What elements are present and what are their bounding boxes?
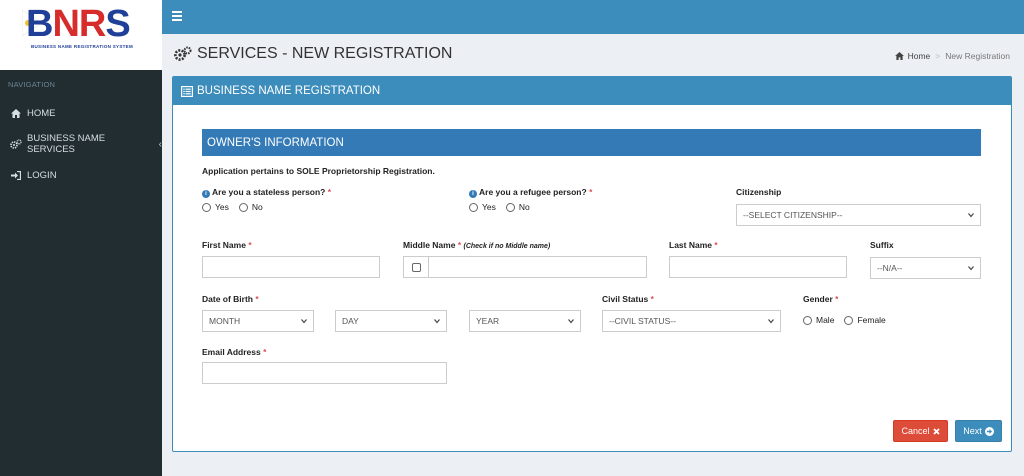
menu-toggle-icon[interactable]: [172, 11, 182, 21]
last-name-input[interactable]: [669, 256, 847, 278]
no-middle-name-checkbox-wrap: [403, 256, 429, 278]
gender-label: Gender *: [803, 294, 839, 304]
dob-day-selected: DAY: [342, 316, 359, 326]
box-title: BUSINESS NAME REGISTRATION: [197, 85, 381, 97]
no-middle-name-checkbox[interactable]: [411, 262, 421, 272]
citizenship-select[interactable]: --SELECT CITIZENSHIP--: [736, 204, 981, 226]
chevron-down-icon: [968, 213, 974, 218]
sidebar-item-home[interactable]: HOME: [0, 103, 162, 123]
logo-subtitle: BUSINESS NAME REGISTRATION SYSTEM: [30, 44, 134, 49]
home-icon: [894, 52, 904, 60]
stateless-no-radio[interactable]: No: [238, 202, 263, 212]
page-title-text: SERVICES - NEW REGISTRATION: [197, 45, 453, 62]
sign-in-icon: [10, 170, 22, 180]
breadcrumb-separator: >: [935, 51, 941, 61]
arrow-circle-right-icon: [984, 426, 994, 436]
next-button-label: Next: [963, 426, 982, 436]
box-header: BUSINESS NAME REGISTRATION: [173, 77, 1011, 105]
suffix-select[interactable]: --N/A--: [870, 257, 981, 279]
email-input[interactable]: [202, 362, 447, 384]
dob-day-select[interactable]: DAY: [335, 310, 447, 332]
list-alt-icon: [181, 85, 193, 97]
chevron-down-icon: [301, 319, 307, 324]
breadcrumb: Home > New Registration: [894, 51, 1010, 61]
civil-status-select[interactable]: --CIVIL STATUS--: [602, 310, 781, 332]
middle-name-label: Middle Name * (Check if no Middle name): [403, 240, 551, 250]
last-name-label: Last Name *: [669, 240, 718, 250]
chevron-down-icon: [768, 319, 774, 324]
dob-month-select[interactable]: MONTH: [202, 310, 314, 332]
nav-header: NAVIGATION: [8, 80, 56, 89]
info-icon: i: [202, 190, 210, 198]
sidebar-item-business-name-services[interactable]: BUSINESS NAME SERVICES ‹: [0, 133, 162, 155]
refugee-yes-radio[interactable]: Yes: [469, 202, 496, 212]
refugee-no-radio[interactable]: No: [505, 202, 530, 212]
chevron-down-icon: [568, 319, 574, 324]
breadcrumb-home-link[interactable]: Home: [908, 51, 931, 61]
first-name-input[interactable]: [202, 256, 380, 278]
gender-options: Male Female: [803, 315, 896, 325]
gender-male-radio[interactable]: Male: [803, 315, 834, 325]
dob-month-selected: MONTH: [209, 316, 241, 326]
next-button[interactable]: Next: [955, 420, 1002, 442]
home-icon: [10, 108, 22, 118]
civil-status-label: Civil Status *: [602, 294, 654, 304]
middle-name-input[interactable]: [428, 256, 647, 278]
dob-year-selected: YEAR: [476, 316, 500, 326]
close-icon: [932, 427, 940, 435]
sidebar-item-label: LOGIN: [27, 169, 57, 181]
refugee-label: i Are you a refugee person? *: [469, 187, 592, 198]
page-title: SERVICES - NEW REGISTRATION: [174, 45, 452, 63]
middle-name-hint: (Check if no Middle name): [463, 243, 551, 250]
breadcrumb-current: New Registration: [945, 51, 1010, 61]
citizenship-label: Citizenship: [736, 187, 782, 197]
suffix-selected: --N/A--: [877, 263, 903, 273]
sidebar: BNRS BUSINESS NAME REGISTRATION SYSTEM N…: [0, 0, 162, 476]
top-navbar: [162, 0, 1024, 34]
info-icon: i: [469, 190, 477, 198]
logo[interactable]: BNRS BUSINESS NAME REGISTRATION SYSTEM: [0, 0, 162, 70]
cogs-icon: [10, 139, 22, 149]
chevron-down-icon: [968, 266, 974, 271]
chevron-down-icon: [434, 319, 440, 324]
sidebar-item-label: BUSINESS NAME SERVICES: [27, 133, 106, 155]
suffix-label: Suffix: [870, 240, 894, 250]
stateless-options: Yes No: [202, 202, 273, 212]
civil-status-selected: --CIVIL STATUS--: [609, 316, 676, 326]
section-owners-information: OWNER'S INFORMATION: [202, 129, 981, 156]
dob-label: Date of Birth *: [202, 294, 259, 304]
chevron-left-icon: ‹: [158, 138, 162, 150]
email-label: Email Address *: [202, 347, 267, 357]
first-name-label: First Name *: [202, 240, 252, 250]
sidebar-item-label: HOME: [27, 107, 56, 119]
cancel-button[interactable]: Cancel: [893, 420, 948, 442]
gender-female-radio[interactable]: Female: [844, 315, 886, 325]
cancel-button-label: Cancel: [901, 426, 930, 436]
registration-note: Application pertains to SOLE Proprietors…: [202, 166, 435, 176]
refugee-options: Yes No: [469, 202, 540, 212]
sidebar-item-login[interactable]: LOGIN: [0, 165, 162, 185]
citizenship-selected: --SELECT CITIZENSHIP--: [743, 210, 843, 220]
logo-text: BNRS: [26, 3, 131, 45]
cogs-icon: [174, 46, 192, 62]
stateless-label: i Are you a stateless person? *: [202, 187, 331, 198]
stateless-yes-radio[interactable]: Yes: [202, 202, 229, 212]
dob-year-select[interactable]: YEAR: [469, 310, 581, 332]
